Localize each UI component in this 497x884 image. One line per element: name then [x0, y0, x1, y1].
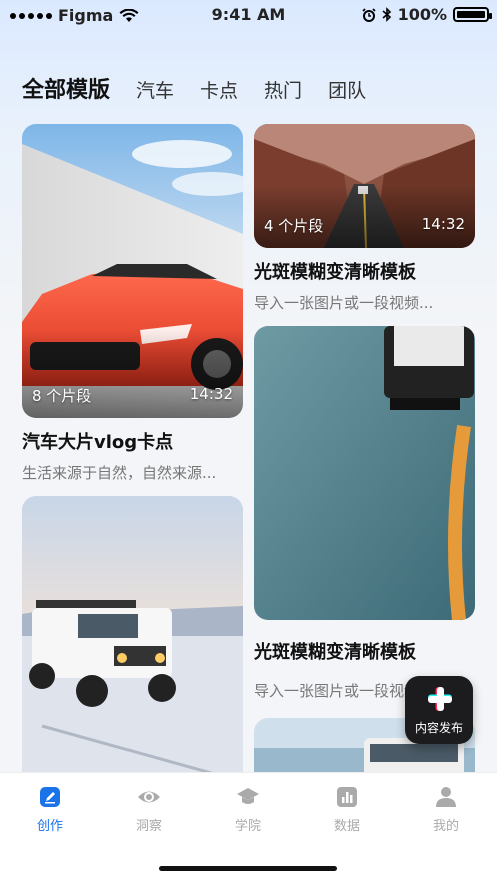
battery-icon — [453, 7, 492, 22]
tab-beat-sync[interactable]: 卡点 — [200, 76, 238, 103]
person-icon — [436, 787, 456, 807]
nav-mine[interactable]: 我的 — [416, 785, 476, 834]
home-indicator[interactable] — [159, 866, 337, 871]
tab-all-templates[interactable]: 全部模版 — [22, 72, 110, 104]
template-card[interactable]: 8 个片段 14:32 汽车大片vlog卡点 生活来源于自然，自然来源... — [22, 124, 243, 483]
category-tabs: 全部模版 汽车 卡点 热门 团队 — [22, 72, 366, 104]
road-photo — [254, 326, 475, 620]
eye-icon — [138, 791, 160, 803]
car-photo — [22, 124, 243, 418]
card-thumbnail — [22, 496, 243, 796]
card-meta: 4 个片段 14:32 — [264, 215, 465, 236]
card-thumbnail — [254, 326, 475, 620]
clip-count: 8 个片段 — [32, 387, 92, 405]
nav-insight[interactable]: 洞察 — [119, 785, 179, 834]
card-title: 光斑模糊变清晰模板 — [254, 642, 416, 663]
nav-label: 数据 — [333, 819, 360, 834]
tab-popular[interactable]: 热门 — [264, 76, 302, 103]
template-card[interactable]: 4 个片段 14:32 光斑模糊变清晰模板 导入一张图片或一段视频... — [254, 124, 475, 313]
offroad-photo — [22, 496, 243, 796]
alarm-icon — [361, 7, 376, 22]
publish-content-button[interactable]: 内容发布 — [405, 676, 473, 744]
card-meta: 8 个片段 14:32 — [32, 385, 233, 406]
card-title: 光斑模糊变清晰模板 — [254, 262, 416, 283]
clip-count: 4 个片段 — [264, 217, 324, 235]
duration: 14:32 — [421, 215, 465, 233]
status-bar: Figma 9:41 AM 100% — [0, 0, 497, 30]
nav-label: 创作 — [36, 819, 63, 834]
bluetooth-icon — [382, 7, 391, 22]
card-thumbnail: 4 个片段 14:32 — [254, 124, 475, 248]
card-description: 生活来源于自然，自然来源... — [22, 464, 217, 482]
bar-chart-icon — [337, 787, 357, 807]
nav-label: 我的 — [432, 819, 459, 834]
nav-label: 洞察 — [135, 819, 162, 834]
battery-percent: 100% — [397, 5, 447, 24]
duration: 14:32 — [189, 385, 233, 403]
card-description: 导入一张图片或一段视频... — [254, 294, 434, 312]
card-thumbnail: 8 个片段 14:32 — [22, 124, 243, 418]
tab-team[interactable]: 团队 — [328, 76, 366, 103]
pen-icon — [40, 787, 60, 807]
publish-label: 内容发布 — [414, 721, 463, 735]
template-card[interactable] — [22, 496, 243, 796]
nav-data[interactable]: 数据 — [317, 785, 377, 834]
nav-create[interactable]: 创作 — [20, 785, 80, 834]
card-title: 汽车大片vlog卡点 — [22, 432, 174, 453]
nav-label: 学院 — [234, 819, 261, 834]
graduation-cap-icon — [237, 788, 259, 804]
nav-academy[interactable]: 学院 — [218, 785, 278, 834]
tab-cars[interactable]: 汽车 — [136, 76, 174, 103]
plus-icon — [428, 687, 452, 711]
template-card[interactable]: 光斑模糊变清晰模板 导入一张图片或一段视频... — [254, 326, 475, 701]
